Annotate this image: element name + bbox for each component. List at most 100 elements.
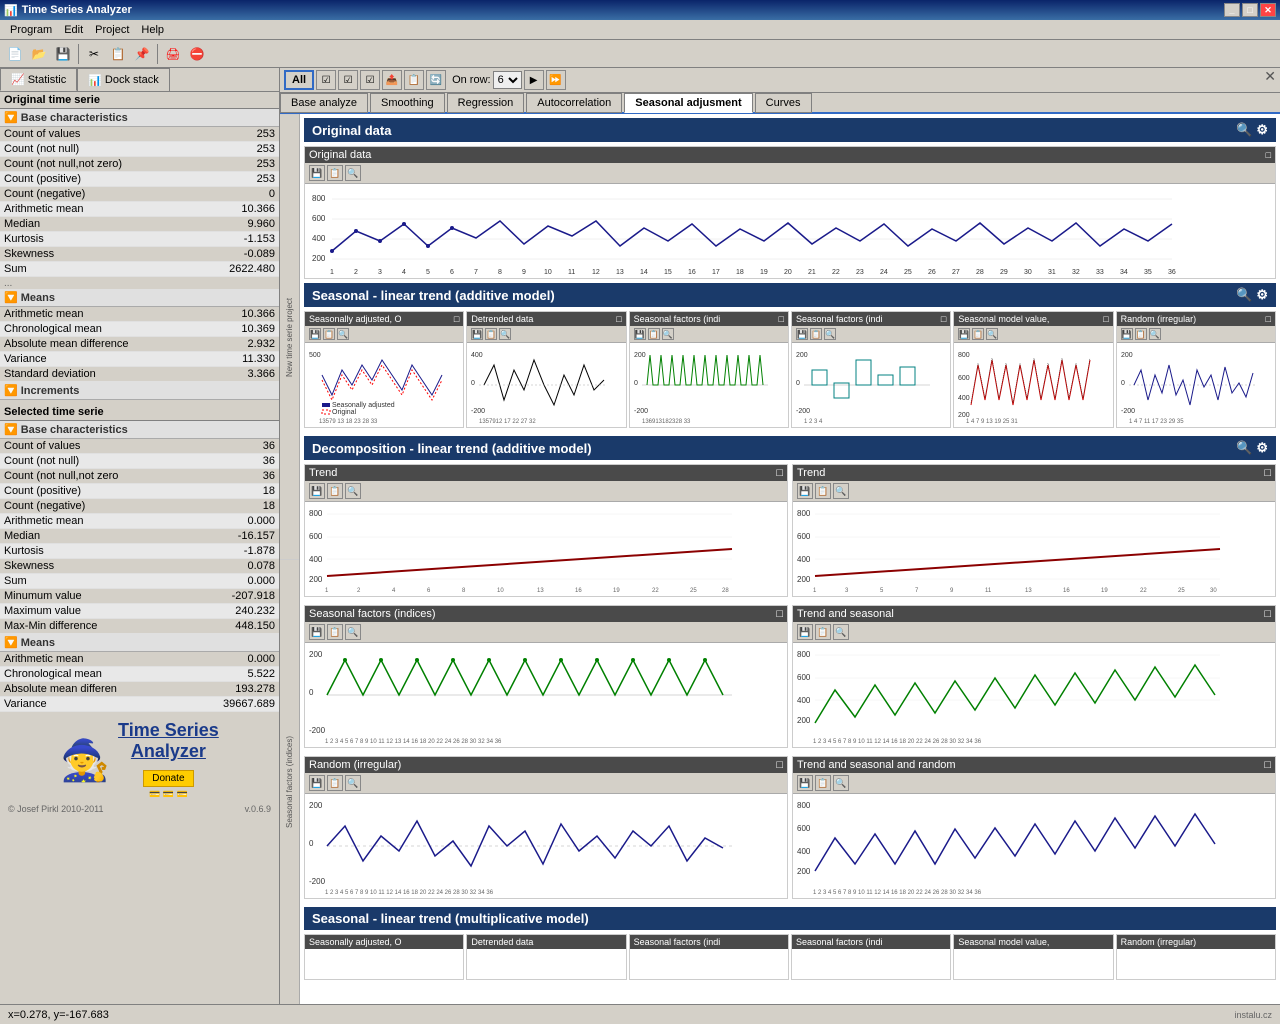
t2-zoom[interactable]: 🔍: [833, 483, 849, 499]
toolbar-btn-check3[interactable]: ☑: [360, 70, 380, 90]
trend-charts-row: Trend □ 💾 📋 🔍 800 600 400: [304, 464, 1276, 601]
s2-save[interactable]: 💾: [471, 328, 483, 340]
tab-base-analyze[interactable]: Base analyze: [280, 93, 368, 113]
toolbar-btn-check1[interactable]: ☑: [316, 70, 336, 90]
r-copy[interactable]: 📋: [327, 775, 343, 791]
paste-btn[interactable]: 📌: [131, 43, 153, 65]
chart-copy-btn[interactable]: 📋: [327, 165, 343, 181]
tsr-toolbar: 💾 📋 🔍: [793, 773, 1275, 794]
r-zoom[interactable]: 🔍: [345, 775, 361, 791]
t1-zoom[interactable]: 🔍: [345, 483, 361, 499]
t2-copy[interactable]: 📋: [815, 483, 831, 499]
zoom-icon3[interactable]: 🔍: [1236, 440, 1252, 456]
r-save[interactable]: 💾: [309, 775, 325, 791]
copy-btn[interactable]: 📋: [107, 43, 129, 65]
table-row: Standard deviation3.366: [0, 367, 279, 382]
svg-text:-200: -200: [309, 726, 326, 735]
left-scroll[interactable]: Original time serie 🔽 Base characteristi…: [0, 92, 279, 1004]
s3-copy[interactable]: 📋: [648, 328, 660, 340]
cut-btn[interactable]: ✂: [83, 43, 105, 65]
s1-copy[interactable]: 📋: [323, 328, 335, 340]
vert-label-seasonal[interactable]: Seasonal factors (indices): [280, 559, 299, 1004]
s5-save[interactable]: 💾: [958, 328, 970, 340]
toolbar-btn-export2[interactable]: 📋: [404, 70, 424, 90]
minimize-button[interactable]: _: [1224, 3, 1240, 17]
ts-copy[interactable]: 📋: [815, 624, 831, 640]
tab-statistic[interactable]: 📈 Statistic: [0, 68, 77, 91]
s4-zoom[interactable]: 🔍: [824, 328, 836, 340]
t2-save[interactable]: 💾: [797, 483, 813, 499]
maximize-button[interactable]: □: [1242, 3, 1258, 17]
settings-icon2[interactable]: ⚙: [1256, 287, 1268, 303]
mult-chart-2-header: Detrended data: [467, 935, 625, 949]
open-btn[interactable]: 📂: [28, 43, 50, 65]
tab-dock-stack[interactable]: 📊 Dock stack: [77, 68, 170, 91]
s5-zoom[interactable]: 🔍: [986, 328, 998, 340]
toolbar-btn-refresh[interactable]: 🔄: [426, 70, 446, 90]
content-scroll[interactable]: Original data 🔍 ⚙ Original data □ 💾: [300, 114, 1280, 1004]
vert-label-new-project[interactable]: New time serie project: [280, 114, 299, 559]
s4-copy[interactable]: 📋: [810, 328, 822, 340]
t1-save[interactable]: 💾: [309, 483, 325, 499]
zoom-icon[interactable]: 🔍: [1236, 122, 1252, 138]
t1-body: 800 600 400 200 1: [305, 502, 787, 596]
seasonal-header-tools: 🔍 ⚙: [1236, 287, 1268, 303]
ts-save[interactable]: 💾: [797, 624, 813, 640]
dock-icon: 📊: [88, 74, 102, 87]
print-btn[interactable]: 🖨: [162, 43, 184, 65]
close-panel-btn[interactable]: ✕: [1264, 68, 1276, 85]
svg-text:200: 200: [797, 867, 811, 876]
svg-text:28: 28: [722, 588, 729, 594]
new-btn[interactable]: 📄: [4, 43, 26, 65]
stop-btn[interactable]: ⛔: [186, 43, 208, 65]
s4-save[interactable]: 💾: [796, 328, 808, 340]
settings-icon[interactable]: ⚙: [1256, 122, 1268, 138]
original-section-title: Original time serie: [0, 92, 279, 109]
donate-btn[interactable]: Donate: [118, 766, 219, 787]
tsr-copy[interactable]: 📋: [815, 775, 831, 791]
close-button[interactable]: ✕: [1260, 3, 1276, 17]
s2-zoom[interactable]: 🔍: [499, 328, 511, 340]
svg-text:200: 200: [797, 575, 811, 584]
tab-regression[interactable]: Regression: [447, 93, 525, 113]
menu-edit[interactable]: Edit: [58, 22, 89, 38]
s1-save[interactable]: 💾: [309, 328, 321, 340]
chart-zoom-btn[interactable]: 🔍: [345, 165, 361, 181]
tab-curves[interactable]: Curves: [755, 93, 812, 113]
menu-program[interactable]: Program: [4, 22, 58, 38]
toolbar-btn-nav[interactable]: ⏩: [546, 70, 566, 90]
s3-zoom[interactable]: 🔍: [662, 328, 674, 340]
table-row: Absolute mean differen193.278: [0, 682, 279, 697]
save-btn[interactable]: 💾: [52, 43, 74, 65]
zoom-icon2[interactable]: 🔍: [1236, 287, 1252, 303]
row-select[interactable]: 6 4 5 7 8: [493, 71, 522, 89]
small-charts-grid: Seasonally adjusted, O □ 💾 📋 🔍 500: [304, 311, 1276, 432]
sf-copy[interactable]: 📋: [327, 624, 343, 640]
chart-save-btn[interactable]: 💾: [309, 165, 325, 181]
s6-copy[interactable]: 📋: [1135, 328, 1147, 340]
s1-zoom[interactable]: 🔍: [337, 328, 349, 340]
s6-zoom[interactable]: 🔍: [1149, 328, 1161, 340]
menu-project[interactable]: Project: [89, 22, 135, 38]
toolbar-btn-go[interactable]: ▶: [524, 70, 544, 90]
tsr-save[interactable]: 💾: [797, 775, 813, 791]
s2-copy[interactable]: 📋: [485, 328, 497, 340]
svg-text:200: 200: [1121, 352, 1133, 359]
toolbar-btn-check2[interactable]: ☑: [338, 70, 358, 90]
tab-seasonal-adj[interactable]: Seasonal adjusment: [624, 93, 752, 113]
sf-save[interactable]: 💾: [309, 624, 325, 640]
sf-zoom[interactable]: 🔍: [345, 624, 361, 640]
s5-copy[interactable]: 📋: [972, 328, 984, 340]
table-row: Kurtosis-1.153: [0, 232, 279, 247]
ts-zoom[interactable]: 🔍: [833, 624, 849, 640]
tsr-zoom[interactable]: 🔍: [833, 775, 849, 791]
s6-save[interactable]: 💾: [1121, 328, 1133, 340]
tab-autocorrelation[interactable]: Autocorrelation: [526, 93, 622, 113]
tab-smoothing[interactable]: Smoothing: [370, 93, 445, 113]
all-button[interactable]: All: [284, 70, 314, 90]
settings-icon3[interactable]: ⚙: [1256, 440, 1268, 456]
toolbar-btn-export1[interactable]: 📤: [382, 70, 402, 90]
menu-help[interactable]: Help: [135, 22, 170, 38]
t1-copy[interactable]: 📋: [327, 483, 343, 499]
s3-save[interactable]: 💾: [634, 328, 646, 340]
